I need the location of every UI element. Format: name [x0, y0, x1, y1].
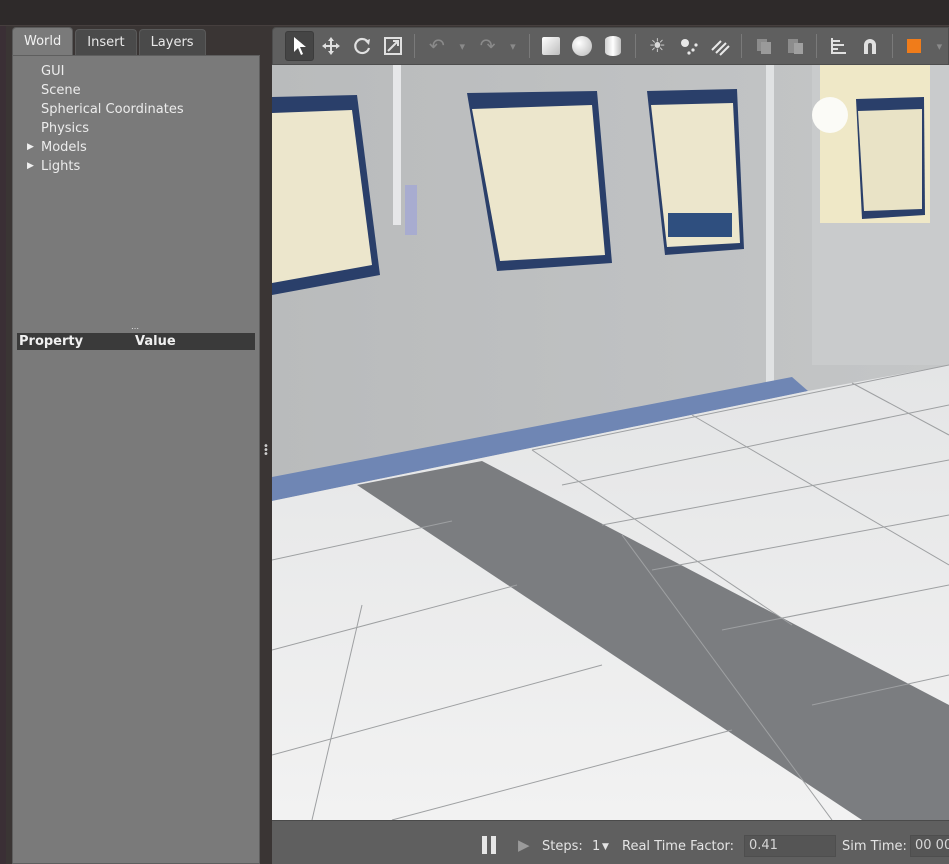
steps-dropdown-icon[interactable]: ▼: [602, 842, 609, 852]
world-panel: GUI Scene Spherical Coordinates Physics …: [12, 55, 260, 864]
pause-icon[interactable]: [482, 836, 498, 854]
expand-arrow-icon[interactable]: ▶: [27, 157, 41, 176]
property-table-header: Property Value: [17, 333, 255, 350]
3d-scene-viewport[interactable]: [272, 65, 949, 820]
steps-label: Steps:: [542, 839, 583, 854]
point-light-icon[interactable]: ☀: [643, 31, 672, 61]
cylinder-shape-icon[interactable]: [599, 31, 628, 61]
rotate-icon[interactable]: [347, 31, 376, 61]
step-icon[interactable]: ▶​: [518, 836, 534, 854]
tree-item-spherical-coordinates[interactable]: Spherical Coordinates: [27, 100, 184, 119]
align-icon[interactable]: [824, 31, 853, 61]
steps-value[interactable]: 1: [592, 839, 600, 854]
undo-icon[interactable]: ↶: [422, 31, 451, 61]
sim-time-value: 00 00: [910, 835, 949, 857]
toolbar-separator: [741, 34, 743, 58]
tab-insert[interactable]: Insert: [75, 29, 137, 55]
box-shape-icon[interactable]: [537, 31, 566, 61]
sphere-shape-icon[interactable]: [568, 31, 597, 61]
toolbar-separator: [816, 34, 818, 58]
tree-item-models[interactable]: ▶ Models: [27, 138, 184, 157]
redo-dropdown-icon[interactable]: ▾: [504, 31, 521, 61]
change-view-icon[interactable]: [900, 31, 929, 61]
left-panel-tabs: World Insert Layers: [12, 27, 206, 55]
translate-icon[interactable]: [316, 31, 345, 61]
window-frame: [0, 26, 6, 864]
toolbar-separator: [634, 34, 636, 58]
window-title-bar: [0, 0, 949, 26]
simulation-status-bar: ▶​ Steps: 1 ▼ Real Time Factor: 0.41 Sim…: [272, 820, 949, 864]
real-time-factor-label: Real Time Factor:: [622, 839, 735, 854]
toolbar-separator: [891, 34, 893, 58]
world-tree: GUI Scene Spherical Coordinates Physics …: [27, 62, 184, 176]
snap-magnet-icon[interactable]: [855, 31, 884, 61]
expand-arrow-icon[interactable]: ▶: [27, 138, 41, 157]
undo-dropdown-icon[interactable]: ▾: [454, 31, 471, 61]
redo-icon[interactable]: ↷: [473, 31, 502, 61]
toolbar-separator: [528, 34, 530, 58]
paste-icon[interactable]: [780, 31, 809, 61]
horizontal-splitter-handle[interactable]: ⋯: [131, 324, 140, 333]
change-view-dropdown-icon[interactable]: ▾: [931, 31, 948, 61]
spot-light-icon[interactable]: [674, 31, 703, 61]
scene-poster: [856, 97, 925, 219]
property-column-header: Property: [19, 334, 84, 349]
value-column-header: Value: [135, 334, 176, 349]
scale-icon[interactable]: [378, 31, 407, 61]
toolbar-separator: [414, 34, 416, 58]
tab-layers[interactable]: Layers: [138, 29, 206, 55]
real-time-factor-value: 0.41: [744, 835, 836, 857]
tree-item-physics[interactable]: Physics: [27, 119, 184, 138]
tree-item-lights[interactable]: ▶ Lights: [27, 157, 184, 176]
select-arrow-icon[interactable]: [285, 31, 315, 61]
main-toolbar: ↶ ▾ ↷ ▾ ☀ ▾: [272, 27, 949, 65]
tree-item-gui[interactable]: GUI: [27, 62, 184, 81]
tree-item-scene[interactable]: Scene: [27, 81, 184, 100]
vertical-splitter-handle[interactable]: • • •: [263, 442, 269, 460]
copy-icon[interactable]: [749, 31, 778, 61]
directional-light-icon[interactable]: [705, 31, 734, 61]
sim-time-label: Sim Time:: [842, 839, 907, 854]
tab-world[interactable]: World: [12, 27, 74, 55]
